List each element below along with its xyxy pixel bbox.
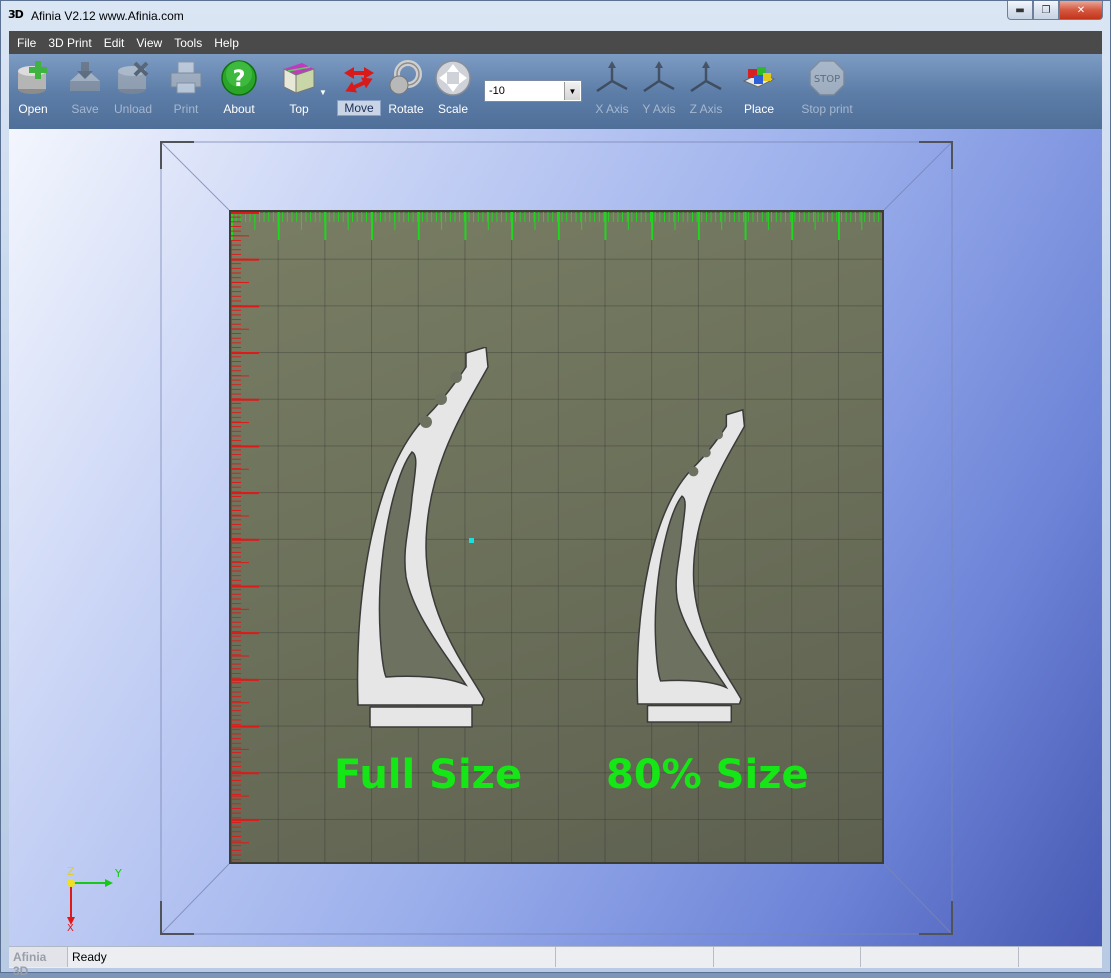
scale-label: Scale <box>437 102 469 116</box>
menu-bar: File 3D Print Edit View Tools Help <box>9 31 1102 54</box>
move-button[interactable]: Move <box>334 58 384 124</box>
z-axis-icon <box>687 58 725 98</box>
top-view-dropdown-icon[interactable]: ▼ <box>319 88 327 97</box>
toolbar: Open Save Unload Print ? About Top ▼ Mov… <box>9 54 1102 129</box>
move-label: Move <box>337 100 381 116</box>
close-button[interactable]: ✕ <box>1059 1 1103 20</box>
stop-icon-text: STOP <box>814 74 840 85</box>
stop-print-label: Stop print <box>801 102 853 116</box>
menu-help[interactable]: Help <box>208 36 245 50</box>
unload-label: Unload <box>113 102 153 116</box>
status-panel-4 <box>1019 947 1102 967</box>
top-view-button[interactable]: Top <box>274 58 324 124</box>
place-button[interactable]: Place <box>734 58 784 124</box>
80-percent-size-label: 80% Size <box>606 752 809 798</box>
status-panel-2 <box>714 947 861 967</box>
open-label: Open <box>18 102 48 116</box>
print-bed[interactable]: Full Size 80% Size <box>229 210 884 864</box>
status-panel-1 <box>556 947 714 967</box>
about-label: About <box>223 102 255 116</box>
open-button[interactable]: Open <box>8 58 58 124</box>
stop-sign-icon: STOP <box>808 58 846 98</box>
y-axis-button[interactable]: Y Axis <box>634 58 684 124</box>
view-cube-icon <box>280 58 318 98</box>
step-value: -10 <box>489 85 505 97</box>
menu-file[interactable]: File <box>11 36 42 50</box>
axis-z-label: Z <box>67 865 75 878</box>
x-axis-icon <box>593 58 631 98</box>
status-app-name: Afinia 3D <box>9 947 68 978</box>
help-question-icon: ? <box>220 58 258 98</box>
status-bar: Afinia 3D Ready <box>9 946 1102 978</box>
axis-indicator: Z Y X <box>55 861 135 934</box>
z-axis-label: Z Axis <box>689 102 723 116</box>
top-view-label: Top <box>289 102 309 116</box>
save-label: Save <box>71 102 99 116</box>
rotate-icon <box>387 58 425 98</box>
y-axis-label: Y Axis <box>642 102 676 116</box>
x-ruler <box>231 212 882 240</box>
axis-y-label: Y <box>114 867 122 880</box>
app-logo-icon: 3D <box>8 8 24 21</box>
print-button[interactable]: Print <box>161 58 211 124</box>
title-bar: 3D Afinia V2.12 www.Afinia.com ▬ ❐ ✕ <box>1 1 1110 31</box>
minimize-button[interactable]: ▬ <box>1007 1 1033 20</box>
place-label: Place <box>743 102 775 116</box>
part-80-size[interactable] <box>636 408 751 728</box>
save-icon <box>66 58 104 98</box>
rotate-label: Rotate <box>388 102 424 116</box>
svg-text:?: ? <box>233 67 246 92</box>
chevron-down-icon[interactable]: ▼ <box>564 82 580 100</box>
menu-3d-print[interactable]: 3D Print <box>42 36 97 50</box>
move-arrows-icon <box>340 58 378 98</box>
app-window: 3D Afinia V2.12 www.Afinia.com ▬ ❐ ✕ Fil… <box>0 0 1111 978</box>
print-label: Print <box>173 102 199 116</box>
unload-icon <box>114 58 152 98</box>
y-ruler <box>231 212 259 862</box>
place-blocks-icon <box>740 58 778 98</box>
open-icon <box>14 58 52 98</box>
status-text: Ready <box>68 947 556 967</box>
printer-icon <box>167 58 205 98</box>
x-axis-button[interactable]: X Axis <box>587 58 637 124</box>
scale-button[interactable]: Scale <box>428 58 478 124</box>
window-title: Afinia V2.12 www.Afinia.com <box>31 9 184 23</box>
step-value-select[interactable]: -10 ▼ <box>484 80 582 102</box>
status-panel-3 <box>861 947 1019 967</box>
unload-button[interactable]: Unload <box>108 58 158 124</box>
part-full-size[interactable] <box>356 347 496 732</box>
rotate-button[interactable]: Rotate <box>381 58 431 124</box>
save-button[interactable]: Save <box>60 58 110 124</box>
maximize-button[interactable]: ❐ <box>1033 1 1059 20</box>
x-axis-label: X Axis <box>595 102 629 116</box>
stop-print-button[interactable]: STOP Stop print <box>794 58 860 124</box>
menu-view[interactable]: View <box>130 36 168 50</box>
window-controls: ▬ ❐ ✕ <box>1007 1 1103 20</box>
y-axis-icon <box>640 58 678 98</box>
origin-marker <box>469 538 474 543</box>
menu-edit[interactable]: Edit <box>98 36 131 50</box>
z-axis-button[interactable]: Z Axis <box>681 58 731 124</box>
axis-x-label: X <box>67 923 74 931</box>
scale-icon <box>434 58 472 98</box>
about-button[interactable]: ? About <box>214 58 264 124</box>
3d-viewport[interactable]: Full Size 80% Size Z Y X <box>9 129 1102 946</box>
full-size-label: Full Size <box>334 752 523 798</box>
menu-tools[interactable]: Tools <box>168 36 208 50</box>
